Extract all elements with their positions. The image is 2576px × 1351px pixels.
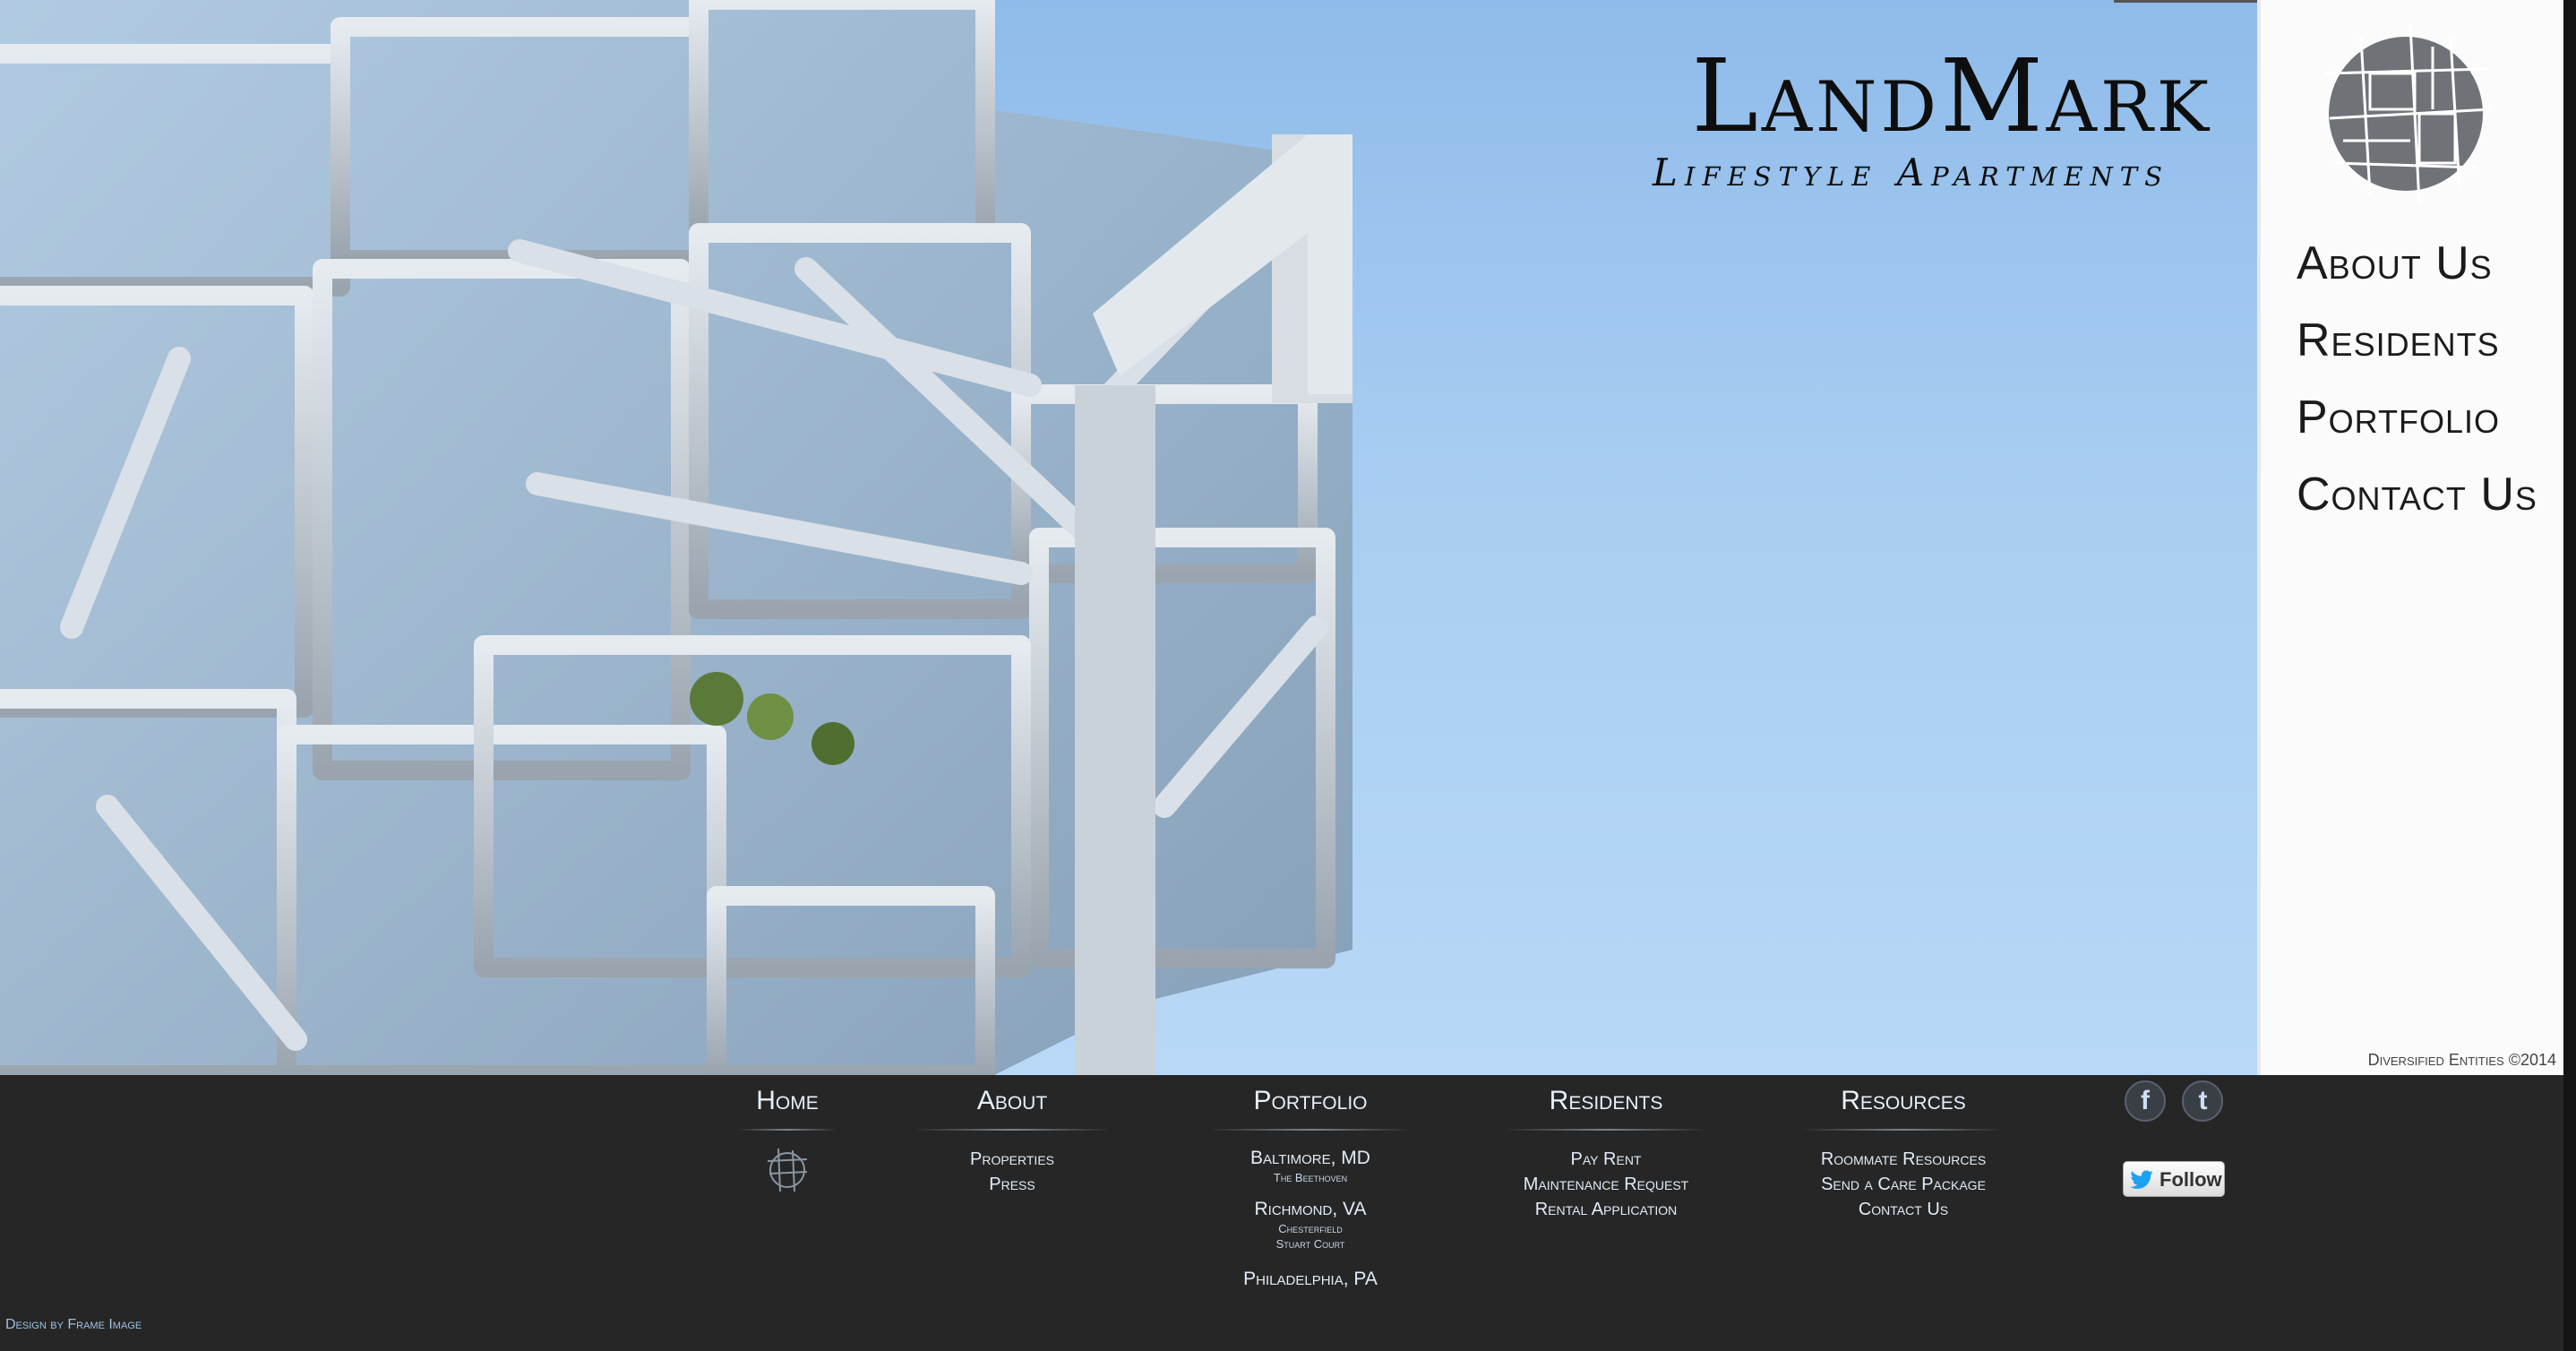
footer-col-about: About Properties Press <box>914 1086 1111 1197</box>
footer-col-resources: Resources Roommate Resources Send a Care… <box>1802 1086 2005 1222</box>
footer-link-contact-us[interactable]: Contact Us <box>1802 1197 2005 1222</box>
landmark-emblem-icon[interactable] <box>766 1147 809 1193</box>
footer-link-pay-rent[interactable]: Pay Rent <box>1505 1147 1707 1172</box>
brand-tagline: Lifestyle Apartments <box>1652 151 2169 194</box>
design-credit[interactable]: Design by Frame Image <box>5 1317 142 1333</box>
site-logo[interactable]: LandMark Lifestyle Apartments <box>1653 47 2212 194</box>
top-divider <box>2114 0 2257 3</box>
footer-portfolio-link[interactable]: Portfolio <box>1209 1086 1412 1129</box>
footer-link-maintenance-request[interactable]: Maintenance Request <box>1505 1172 1707 1197</box>
sidebar: About Us Residents Portfolio Contact Us … <box>2257 0 2567 1075</box>
footer-home-link[interactable]: Home <box>734 1086 840 1129</box>
footer-resources-link[interactable]: Resources <box>1802 1086 2005 1129</box>
footer-link-press[interactable]: Press <box>914 1172 1111 1197</box>
footer-link-roommate-resources[interactable]: Roommate Resources <box>1802 1147 2005 1172</box>
nav-portfolio[interactable]: Portfolio <box>2297 394 2537 441</box>
footer-city-baltimore[interactable]: Baltimore, MD <box>1209 1147 1412 1170</box>
footer-link-care-package[interactable]: Send a Care Package <box>1802 1172 2005 1197</box>
landmark-emblem-icon[interactable] <box>2316 20 2495 208</box>
nav-residents[interactable]: Residents <box>2297 317 2537 364</box>
main-nav: About Us Residents Portfolio Contact Us <box>2297 240 2537 548</box>
brand-name: LandMark <box>1691 39 2212 155</box>
twitter-icon[interactable]: t <box>2182 1080 2224 1122</box>
footer-about-link[interactable]: About <box>914 1086 1111 1129</box>
twitter-follow-button[interactable]: Follow <box>2123 1161 2225 1197</box>
follow-label: Follow <box>2160 1168 2222 1191</box>
nav-contact-us[interactable]: Contact Us <box>2297 471 2537 518</box>
footer-residents-link[interactable]: Residents <box>1505 1086 1707 1129</box>
footer-city-richmond[interactable]: Richmond, VA <box>1209 1198 1412 1221</box>
footer-divider <box>1209 1129 1412 1131</box>
footer-col-residents: Residents Pay Rent Maintenance Request R… <box>1505 1086 1707 1222</box>
twitter-bird-icon <box>2130 1170 2153 1189</box>
hero-banner: LandMark Lifestyle Apartments <box>0 0 2257 1075</box>
footer-divider <box>1802 1129 2005 1131</box>
footer-divider <box>1505 1129 1707 1131</box>
footer-link-rental-application[interactable]: Rental Application <box>1505 1197 1707 1222</box>
social-links: f t <box>2125 1080 2236 1122</box>
facebook-icon[interactable]: f <box>2125 1080 2166 1122</box>
window-edge <box>2563 0 2576 1351</box>
footer-property-stuart-court[interactable]: Stuart Court <box>1209 1236 1412 1252</box>
footer-link-properties[interactable]: Properties <box>914 1147 1111 1172</box>
footer-col-home: Home <box>734 1086 840 1198</box>
copyright: Diversified Entities ©2014 <box>2367 1051 2556 1069</box>
footer-property-chesterfield[interactable]: Chesterfield <box>1209 1221 1412 1236</box>
footer-divider <box>738 1129 837 1131</box>
nav-about-us[interactable]: About Us <box>2297 240 2537 287</box>
footer-col-portfolio: Portfolio Baltimore, MD The Beethoven Ri… <box>1209 1086 1412 1291</box>
footer-city-philadelphia[interactable]: Philadelphia, PA <box>1209 1268 1412 1291</box>
footer-divider <box>914 1129 1111 1131</box>
footer-property-beethoven[interactable]: The Beethoven <box>1209 1170 1412 1185</box>
